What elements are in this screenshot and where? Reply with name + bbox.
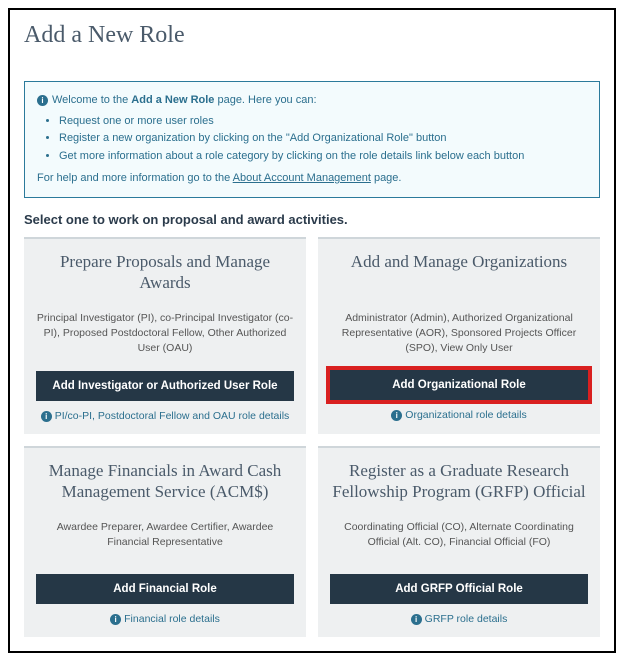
- card-link-text: PI/co-PI, Postdoctoral Fellow and OAU ro…: [55, 410, 290, 422]
- info-icon: i: [411, 614, 422, 625]
- page-title: Add a New Role: [24, 22, 600, 49]
- info-bullet-list: Request one or more user roles Register …: [37, 113, 587, 165]
- info-icon: i: [110, 614, 121, 625]
- pi-role-details-link[interactable]: iPI/co-PI, Postdoctoral Fellow and OAU r…: [41, 410, 290, 422]
- add-investigator-role-button[interactable]: Add Investigator or Authorized User Role: [36, 371, 294, 401]
- info-icon: i: [391, 410, 402, 421]
- add-organizational-role-button[interactable]: Add Organizational Role: [330, 370, 588, 400]
- info-bullet: Get more information about a role catego…: [59, 148, 587, 165]
- info-intro-suffix: page. Here you can:: [214, 94, 316, 106]
- financial-role-details-link[interactable]: iFinancial role details: [110, 613, 220, 625]
- card-title: Add and Manage Organizations: [330, 251, 588, 293]
- info-bullet: Request one or more user roles: [59, 113, 587, 130]
- card-description: Awardee Preparer, Awardee Certifier, Awa…: [36, 520, 294, 560]
- role-card-grid: Prepare Proposals and Manage Awards Prin…: [24, 237, 600, 638]
- page-frame: Add a New Role i Welcome to the Add a New…: [8, 8, 616, 653]
- card-grfp-official: Register as a Graduate Research Fellowsh…: [318, 446, 600, 638]
- info-help-line: For help and more information go to the …: [37, 170, 587, 187]
- card-manage-financials: Manage Financials in Award Cash Manageme…: [24, 446, 306, 638]
- card-prepare-proposals: Prepare Proposals and Manage Awards Prin…: [24, 237, 306, 434]
- page-subtitle: [24, 53, 600, 67]
- card-description: Coordinating Official (CO), Alternate Co…: [330, 520, 588, 560]
- card-link-text: Financial role details: [124, 613, 220, 625]
- info-bullet: Register a new organization by clicking …: [59, 130, 587, 147]
- add-financial-role-button[interactable]: Add Financial Role: [36, 574, 294, 604]
- info-help-suffix: page.: [371, 172, 402, 184]
- grfp-role-details-link[interactable]: iGRFP role details: [411, 613, 508, 625]
- info-intro-prefix: Welcome to the: [52, 94, 131, 106]
- card-manage-organizations: Add and Manage Organizations Administrat…: [318, 237, 600, 434]
- info-help-prefix: For help and more information go to the: [37, 172, 233, 184]
- about-account-management-link[interactable]: About Account Management: [233, 172, 371, 184]
- card-link-text: GRFP role details: [425, 613, 508, 625]
- info-icon: i: [37, 95, 48, 106]
- card-description: Principal Investigator (PI), co-Principa…: [36, 311, 294, 357]
- info-intro-bold: Add a New Role: [131, 94, 214, 106]
- info-icon: i: [41, 411, 52, 422]
- card-description: Administrator (Admin), Authorized Organi…: [330, 311, 588, 357]
- card-title: Manage Financials in Award Cash Manageme…: [36, 460, 294, 503]
- card-title: Register as a Graduate Research Fellowsh…: [330, 460, 588, 503]
- select-heading: Select one to work on proposal and award…: [24, 212, 600, 227]
- info-intro: i Welcome to the Add a New Role page. Her…: [37, 92, 587, 109]
- welcome-info-box: i Welcome to the Add a New Role page. Her…: [24, 81, 600, 198]
- card-title: Prepare Proposals and Manage Awards: [36, 251, 294, 294]
- add-grfp-official-role-button[interactable]: Add GRFP Official Role: [330, 574, 588, 604]
- organizational-role-details-link[interactable]: iOrganizational role details: [391, 409, 526, 421]
- card-link-text: Organizational role details: [405, 409, 526, 421]
